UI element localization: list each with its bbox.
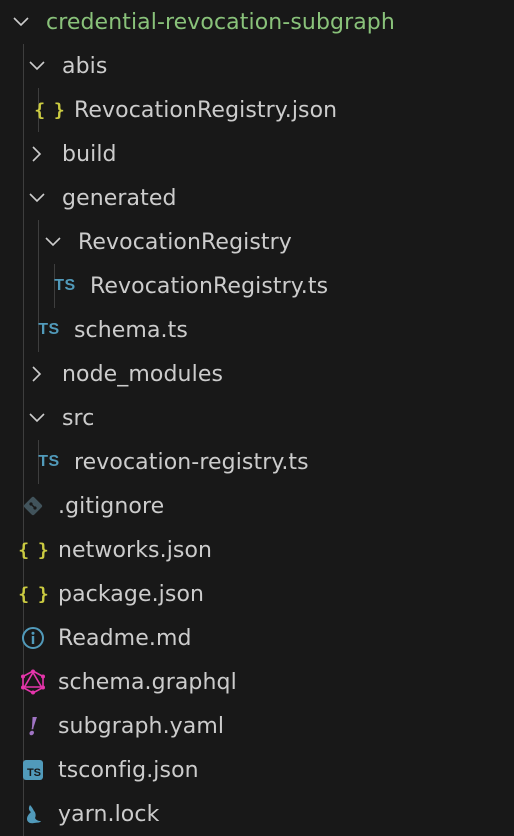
tree-folder-node-modules[interactable]: node_modules [0,352,514,396]
tree-folder-abis[interactable]: abis [0,44,514,88]
tree-file-subgraph-yaml[interactable]: ! subgraph.yaml [0,704,514,748]
chevron-right-icon [26,363,48,385]
file-label: RevocationRegistry.json [74,97,338,123]
chevron-right-icon [26,143,48,165]
tsconfig-icon: TS [20,757,46,783]
file-label: tsconfig.json [58,757,199,783]
file-label: yarn.lock [58,801,160,827]
file-label: package.json [58,581,205,607]
folder-label: node_modules [62,361,224,387]
tree-file-networks-json[interactable]: { } networks.json [0,528,514,572]
file-label: schema.graphql [58,669,237,695]
typescript-icon: TS [54,277,76,294]
yarn-icon [20,801,46,827]
tree-file-package-json[interactable]: { } package.json [0,572,514,616]
folder-label: src [62,405,95,431]
tree-file-schema-ts[interactable]: TS schema.ts [0,308,514,352]
chevron-down-icon [26,407,48,429]
folder-label: RevocationRegistry [78,229,292,255]
tree-folder-revocationregistry[interactable]: RevocationRegistry [0,220,514,264]
graphql-icon [20,669,46,695]
chevron-down-icon [42,231,64,253]
tree-file-revocationregistry-ts[interactable]: TS RevocationRegistry.ts [0,264,514,308]
info-icon [20,625,46,651]
tree-file-revocation-registry-ts[interactable]: TS revocation-registry.ts [0,440,514,484]
chevron-down-icon [26,55,48,77]
tree-folder-src[interactable]: src [0,396,514,440]
tree-file-readme-md[interactable]: Readme.md [0,616,514,660]
file-label: schema.ts [74,317,188,343]
json-icon: { } [34,99,65,121]
file-label: subgraph.yaml [58,713,225,739]
typescript-icon: TS [38,321,60,338]
tree-folder-generated[interactable]: generated [0,176,514,220]
tree-file-revocationregistry-json[interactable]: { } RevocationRegistry.json [0,88,514,132]
tree-folder-build[interactable]: build [0,132,514,176]
file-label: Readme.md [58,625,192,651]
file-label: .gitignore [58,493,165,519]
chevron-down-icon [10,11,32,33]
folder-label: abis [62,53,108,79]
file-label: RevocationRegistry.ts [90,273,329,299]
tree-file-tsconfig-json[interactable]: TS tsconfig.json [0,748,514,792]
folder-label: generated [62,185,177,211]
json-icon: { } [18,539,49,561]
json-icon: { } [18,583,49,605]
tsconfig-badge: TS [23,760,43,780]
file-label: networks.json [58,537,213,563]
file-label: revocation-registry.ts [74,449,309,475]
tree-file-gitignore[interactable]: .gitignore [0,484,514,528]
tree-file-schema-graphql[interactable]: schema.graphql [0,660,514,704]
yaml-icon: ! [27,711,39,741]
tree-root-folder[interactable]: credential-revocation-subgraph [0,0,514,44]
chevron-down-icon [26,187,48,209]
root-folder-label: credential-revocation-subgraph [46,9,395,35]
file-explorer-tree: credential-revocation-subgraph abis { } … [0,0,514,836]
tree-file-yarn-lock[interactable]: yarn.lock [0,792,514,836]
git-icon [20,493,46,519]
folder-label: build [62,141,117,167]
typescript-icon: TS [38,453,60,470]
